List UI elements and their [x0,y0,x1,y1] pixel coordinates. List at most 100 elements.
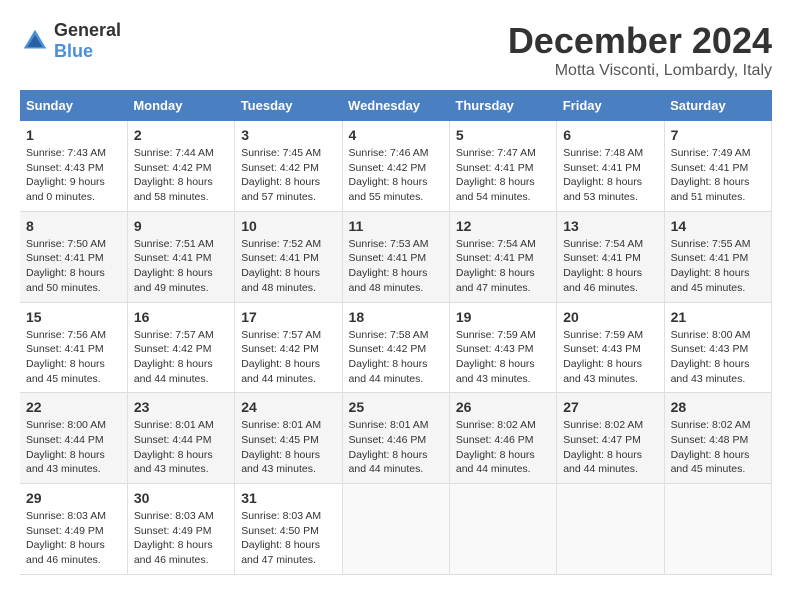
day-number: 25 [349,399,443,415]
cell-info: Sunrise: 7:53 AMSunset: 4:41 PMDaylight:… [349,238,429,294]
calendar-cell: 5 Sunrise: 7:47 AMSunset: 4:41 PMDayligh… [449,121,556,211]
day-number: 28 [671,399,765,415]
day-number: 29 [26,490,121,506]
calendar-cell: 23 Sunrise: 8:01 AMSunset: 4:44 PMDaylig… [127,393,234,484]
location-title: Motta Visconti, Lombardy, Italy [508,62,772,80]
cell-info: Sunrise: 7:52 AMSunset: 4:41 PMDaylight:… [241,238,321,294]
day-number: 19 [456,309,550,325]
calendar-cell: 9 Sunrise: 7:51 AMSunset: 4:41 PMDayligh… [127,211,234,302]
calendar-cell: 15 Sunrise: 7:56 AMSunset: 4:41 PMDaylig… [20,302,127,393]
cell-info: Sunrise: 7:47 AMSunset: 4:41 PMDaylight:… [456,147,536,203]
header-saturday: Saturday [664,90,771,121]
day-number: 4 [349,127,443,143]
calendar-week-2: 8 Sunrise: 7:50 AMSunset: 4:41 PMDayligh… [20,211,772,302]
cell-info: Sunrise: 7:57 AMSunset: 4:42 PMDaylight:… [134,329,214,385]
calendar-table: SundayMondayTuesdayWednesdayThursdayFrid… [20,90,772,575]
logo-blue: Blue [54,41,93,61]
day-number: 10 [241,218,335,234]
calendar-cell: 7 Sunrise: 7:49 AMSunset: 4:41 PMDayligh… [664,121,771,211]
day-number: 1 [26,127,121,143]
calendar-cell: 20 Sunrise: 7:59 AMSunset: 4:43 PMDaylig… [557,302,664,393]
calendar-cell: 11 Sunrise: 7:53 AMSunset: 4:41 PMDaylig… [342,211,449,302]
cell-info: Sunrise: 7:58 AMSunset: 4:42 PMDaylight:… [349,329,429,385]
cell-info: Sunrise: 8:00 AMSunset: 4:43 PMDaylight:… [671,329,751,385]
calendar-cell: 14 Sunrise: 7:55 AMSunset: 4:41 PMDaylig… [664,211,771,302]
cell-info: Sunrise: 7:45 AMSunset: 4:42 PMDaylight:… [241,147,321,203]
calendar-cell: 22 Sunrise: 8:00 AMSunset: 4:44 PMDaylig… [20,393,127,484]
cell-info: Sunrise: 7:56 AMSunset: 4:41 PMDaylight:… [26,329,106,385]
calendar-cell: 4 Sunrise: 7:46 AMSunset: 4:42 PMDayligh… [342,121,449,211]
cell-info: Sunrise: 8:03 AMSunset: 4:49 PMDaylight:… [134,510,214,566]
day-number: 22 [26,399,121,415]
cell-info: Sunrise: 7:50 AMSunset: 4:41 PMDaylight:… [26,238,106,294]
header-friday: Friday [557,90,664,121]
calendar-cell: 16 Sunrise: 7:57 AMSunset: 4:42 PMDaylig… [127,302,234,393]
cell-info: Sunrise: 7:44 AMSunset: 4:42 PMDaylight:… [134,147,214,203]
day-number: 30 [134,490,228,506]
calendar-cell: 17 Sunrise: 7:57 AMSunset: 4:42 PMDaylig… [235,302,342,393]
cell-info: Sunrise: 7:51 AMSunset: 4:41 PMDaylight:… [134,238,214,294]
day-number: 11 [349,218,443,234]
calendar-cell: 2 Sunrise: 7:44 AMSunset: 4:42 PMDayligh… [127,121,234,211]
logo-general: General [54,20,121,40]
cell-info: Sunrise: 8:02 AMSunset: 4:48 PMDaylight:… [671,419,751,475]
header-monday: Monday [127,90,234,121]
calendar-cell: 1 Sunrise: 7:43 AMSunset: 4:43 PMDayligh… [20,121,127,211]
cell-info: Sunrise: 7:55 AMSunset: 4:41 PMDaylight:… [671,238,751,294]
cell-info: Sunrise: 7:59 AMSunset: 4:43 PMDaylight:… [456,329,536,385]
cell-info: Sunrise: 7:43 AMSunset: 4:43 PMDaylight:… [26,147,106,203]
cell-info: Sunrise: 8:03 AMSunset: 4:49 PMDaylight:… [26,510,106,566]
calendar-cell: 10 Sunrise: 7:52 AMSunset: 4:41 PMDaylig… [235,211,342,302]
day-number: 2 [134,127,228,143]
cell-info: Sunrise: 7:59 AMSunset: 4:43 PMDaylight:… [563,329,643,385]
logo: General Blue [20,20,121,62]
header-sunday: Sunday [20,90,127,121]
cell-info: Sunrise: 8:00 AMSunset: 4:44 PMDaylight:… [26,419,106,475]
day-number: 3 [241,127,335,143]
calendar-cell: 19 Sunrise: 7:59 AMSunset: 4:43 PMDaylig… [449,302,556,393]
calendar-cell: 8 Sunrise: 7:50 AMSunset: 4:41 PMDayligh… [20,211,127,302]
cell-info: Sunrise: 7:54 AMSunset: 4:41 PMDaylight:… [456,238,536,294]
day-number: 14 [671,218,765,234]
day-number: 9 [134,218,228,234]
calendar-cell [342,484,449,575]
page-header: General Blue December 2024 Motta Viscont… [20,20,772,80]
calendar-cell: 28 Sunrise: 8:02 AMSunset: 4:48 PMDaylig… [664,393,771,484]
month-title: December 2024 [508,20,772,62]
calendar-header-row: SundayMondayTuesdayWednesdayThursdayFrid… [20,90,772,121]
header-wednesday: Wednesday [342,90,449,121]
logo-icon [20,26,50,56]
calendar-cell: 31 Sunrise: 8:03 AMSunset: 4:50 PMDaylig… [235,484,342,575]
calendar-cell: 29 Sunrise: 8:03 AMSunset: 4:49 PMDaylig… [20,484,127,575]
day-number: 18 [349,309,443,325]
day-number: 8 [26,218,121,234]
cell-info: Sunrise: 7:57 AMSunset: 4:42 PMDaylight:… [241,329,321,385]
day-number: 17 [241,309,335,325]
calendar-cell: 25 Sunrise: 8:01 AMSunset: 4:46 PMDaylig… [342,393,449,484]
calendar-cell: 21 Sunrise: 8:00 AMSunset: 4:43 PMDaylig… [664,302,771,393]
day-number: 16 [134,309,228,325]
calendar-cell: 24 Sunrise: 8:01 AMSunset: 4:45 PMDaylig… [235,393,342,484]
day-number: 24 [241,399,335,415]
cell-info: Sunrise: 7:48 AMSunset: 4:41 PMDaylight:… [563,147,643,203]
cell-info: Sunrise: 7:54 AMSunset: 4:41 PMDaylight:… [563,238,643,294]
day-number: 6 [563,127,657,143]
calendar-cell: 12 Sunrise: 7:54 AMSunset: 4:41 PMDaylig… [449,211,556,302]
calendar-week-1: 1 Sunrise: 7:43 AMSunset: 4:43 PMDayligh… [20,121,772,211]
calendar-cell: 26 Sunrise: 8:02 AMSunset: 4:46 PMDaylig… [449,393,556,484]
day-number: 5 [456,127,550,143]
day-number: 7 [671,127,765,143]
cell-info: Sunrise: 8:02 AMSunset: 4:46 PMDaylight:… [456,419,536,475]
calendar-week-5: 29 Sunrise: 8:03 AMSunset: 4:49 PMDaylig… [20,484,772,575]
cell-info: Sunrise: 8:03 AMSunset: 4:50 PMDaylight:… [241,510,321,566]
calendar-cell: 13 Sunrise: 7:54 AMSunset: 4:41 PMDaylig… [557,211,664,302]
calendar-cell: 30 Sunrise: 8:03 AMSunset: 4:49 PMDaylig… [127,484,234,575]
day-number: 27 [563,399,657,415]
day-number: 23 [134,399,228,415]
calendar-week-4: 22 Sunrise: 8:00 AMSunset: 4:44 PMDaylig… [20,393,772,484]
calendar-cell: 3 Sunrise: 7:45 AMSunset: 4:42 PMDayligh… [235,121,342,211]
day-number: 12 [456,218,550,234]
cell-info: Sunrise: 8:02 AMSunset: 4:47 PMDaylight:… [563,419,643,475]
day-number: 21 [671,309,765,325]
calendar-cell: 18 Sunrise: 7:58 AMSunset: 4:42 PMDaylig… [342,302,449,393]
